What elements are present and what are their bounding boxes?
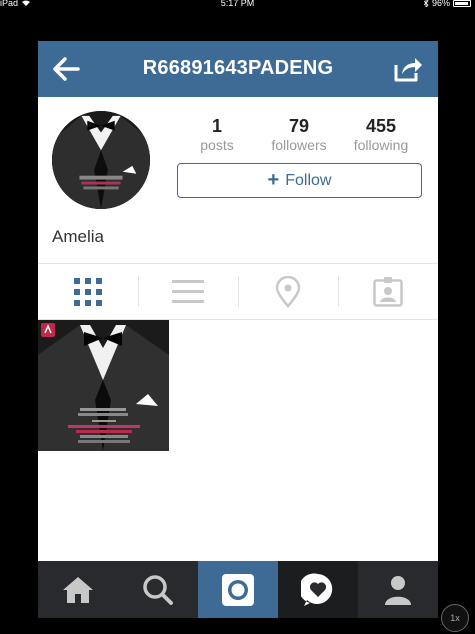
profile-name: Amelia	[52, 227, 104, 246]
follow-label: Follow	[285, 171, 332, 189]
status-bar: iPad 5:17 PM 96%	[0, 0, 475, 10]
search-icon	[143, 574, 173, 605]
bluetooth-icon	[423, 0, 429, 7]
tab-search[interactable]	[118, 561, 198, 618]
tab-tagged-photos[interactable]	[338, 264, 438, 319]
location-pin-icon	[275, 275, 301, 308]
tagged-photos-icon	[373, 276, 403, 307]
avatar[interactable]	[52, 111, 150, 209]
tab-list-view[interactable]	[138, 264, 238, 319]
profile-icon	[385, 575, 411, 605]
activity-heart-icon	[301, 572, 333, 606]
follow-button[interactable]: + Follow	[177, 163, 422, 198]
status-time: 5:17 PM	[220, 0, 255, 8]
followers-count: 79	[288, 116, 310, 136]
posts-count: 1	[211, 116, 222, 136]
back-button[interactable]	[50, 55, 82, 83]
zoom-button[interactable]: 1x	[441, 604, 469, 632]
battery-level	[455, 1, 469, 5]
battery-icon	[453, 0, 471, 7]
tuxedo-post-image	[38, 320, 169, 451]
bottom-tab-bar	[38, 561, 438, 618]
grid-icon	[74, 277, 102, 306]
followers-label: followers	[271, 137, 327, 153]
tab-camera[interactable]	[198, 561, 278, 618]
following-count: 455	[365, 116, 397, 136]
plus-icon: +	[267, 169, 280, 191]
status-right: 96%	[423, 0, 471, 8]
battery-percent: 96%	[431, 0, 450, 8]
posts-label: posts	[200, 137, 234, 153]
home-icon	[63, 576, 93, 603]
camera-icon	[222, 573, 254, 606]
list-icon	[172, 279, 204, 303]
page-title: R66891643PADENG	[142, 57, 334, 79]
share-icon	[394, 58, 422, 82]
navigation-bar: R66891643PADENG	[38, 41, 438, 97]
followers-stat[interactable]: 79 followers	[254, 115, 344, 153]
tab-activity[interactable]	[278, 561, 358, 618]
profile-view-tabs	[38, 263, 438, 320]
share-button[interactable]	[392, 55, 424, 83]
tuxedo-avatar-image	[52, 111, 150, 209]
posts-stat[interactable]: 1 posts	[172, 115, 262, 153]
post-thumbnail[interactable]	[38, 320, 169, 451]
tab-profile[interactable]	[358, 561, 438, 618]
following-stat[interactable]: 455 following	[336, 115, 426, 153]
arrow-left-icon	[53, 57, 80, 81]
tab-map-view[interactable]	[238, 264, 338, 319]
following-label: following	[353, 137, 409, 153]
tab-grid-view[interactable]	[38, 264, 138, 319]
instagram-profile-screen: R66891643PADENG 1 posts 79 followers 455…	[38, 41, 438, 618]
tab-home[interactable]	[38, 561, 118, 618]
